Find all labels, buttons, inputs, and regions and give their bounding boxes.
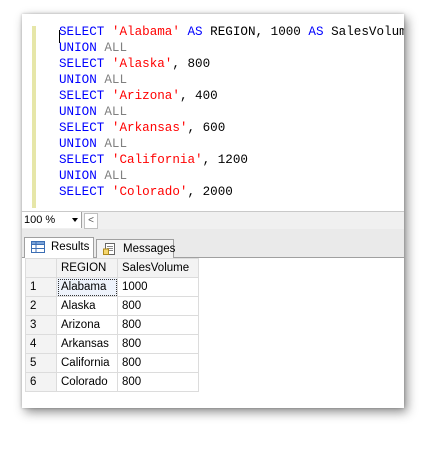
cell-region[interactable]: Arizona (56, 315, 118, 335)
code-token: 'Colorado' (111, 185, 188, 199)
code-token: ALL (104, 73, 128, 87)
corner-header[interactable] (25, 258, 57, 278)
text-caret (59, 30, 60, 43)
cell-salesvolume[interactable]: 800 (117, 296, 199, 316)
tab-messages[interactable]: Messages (96, 239, 176, 258)
cell-region[interactable]: California (56, 353, 118, 373)
cell-region[interactable]: Alabama (56, 277, 118, 297)
code-line[interactable]: SELECT 'California', 1200 (59, 152, 404, 168)
row-number[interactable]: 3 (25, 315, 57, 335)
code-token: SELECT (59, 89, 112, 103)
table-row[interactable]: 4 Arkansas 800 (25, 334, 199, 354)
row-number[interactable]: 4 (25, 334, 57, 354)
code-token: UNION (59, 137, 105, 151)
dropdown-arrow-icon[interactable] (72, 218, 78, 222)
table-row[interactable]: 6 Colorado 800 (25, 372, 199, 392)
grid-icon (31, 241, 45, 253)
scroll-left-button[interactable]: < (84, 213, 98, 229)
row-number[interactable]: 1 (25, 277, 57, 297)
code-token: 'Alaska' (111, 57, 173, 71)
code-token: SELECT (59, 185, 112, 199)
table-row[interactable]: 1 Alabama 1000 (25, 277, 199, 297)
code-token: 'Alabama' (111, 25, 180, 39)
code-token: SELECT (59, 153, 112, 167)
cell-salesvolume[interactable]: 800 (117, 334, 199, 354)
code-token: ALL (104, 41, 128, 55)
code-token: SalesVolume (331, 25, 404, 39)
tab-results-label: Results (51, 241, 90, 253)
code-token: 'Arkansas' (111, 121, 188, 135)
table-row[interactable]: 2 Alaska 800 (25, 296, 199, 316)
cell-region[interactable]: Alaska (56, 296, 118, 316)
ssms-query-window: SELECT 'Alabama' AS REGION, 1000 AS Sale… (22, 14, 404, 408)
sql-code[interactable]: SELECT 'Alabama' AS REGION, 1000 AS Sale… (59, 24, 404, 200)
code-token: , 400 (179, 89, 218, 103)
code-token: , 2000 (187, 185, 233, 199)
code-token: SELECT (59, 57, 112, 71)
code-token: ALL (104, 169, 128, 183)
code-token: AS (308, 25, 332, 39)
code-token: , 800 (172, 57, 211, 71)
zoom-select[interactable]: 100 % (22, 212, 82, 228)
code-token: UNION (59, 169, 105, 183)
tab-messages-label: Messages (123, 243, 176, 255)
code-token: AS (179, 25, 211, 39)
code-line[interactable]: SELECT 'Alaska', 800 (59, 56, 404, 72)
row-number[interactable]: 2 (25, 296, 57, 316)
column-header-salesvolume[interactable]: SalesVolume (117, 258, 199, 278)
table-row[interactable]: 5 California 800 (25, 353, 199, 373)
cell-region[interactable]: Colorado (56, 372, 118, 392)
code-line[interactable]: UNION ALL (59, 168, 404, 184)
code-token: UNION (59, 73, 105, 87)
query-editor[interactable]: SELECT 'Alabama' AS REGION, 1000 AS Sale… (22, 14, 404, 211)
row-number[interactable]: 5 (25, 353, 57, 373)
code-token: 'Arizona' (111, 89, 180, 103)
code-token: SELECT (59, 121, 112, 135)
code-token: UNION (59, 105, 105, 119)
code-line[interactable]: SELECT 'Arizona', 400 (59, 88, 404, 104)
code-line[interactable]: SELECT 'Arkansas', 600 (59, 120, 404, 136)
code-token: 'California' (111, 153, 203, 167)
change-tracking-bar (32, 26, 36, 208)
code-line[interactable]: UNION ALL (59, 72, 404, 88)
code-line[interactable]: SELECT 'Colorado', 2000 (59, 184, 404, 200)
cell-region[interactable]: Arkansas (56, 334, 118, 354)
cell-salesvolume[interactable]: 800 (117, 372, 199, 392)
code-line[interactable]: SELECT 'Alabama' AS REGION, 1000 AS Sale… (59, 24, 404, 40)
zoom-bar: 100 % < (22, 211, 404, 229)
code-line[interactable]: UNION ALL (59, 40, 404, 56)
code-line[interactable]: UNION ALL (59, 136, 404, 152)
code-token: , 1200 (202, 153, 248, 167)
code-token: ALL (104, 105, 128, 119)
tab-results[interactable]: Results (24, 237, 94, 258)
zoom-value: 100 % (24, 214, 56, 226)
code-token: REGION, 1000 (210, 25, 309, 39)
column-header-region[interactable]: REGION (56, 258, 118, 278)
code-line[interactable]: UNION ALL (59, 104, 404, 120)
cell-salesvolume[interactable]: 800 (117, 353, 199, 373)
results-tabstrip: Results Messages (22, 229, 404, 258)
code-token: SELECT (59, 25, 112, 39)
document-icon (103, 243, 115, 255)
results-grid[interactable]: REGION SalesVolume 1 Alabama 1000 2 Alaska 80… (22, 258, 404, 408)
code-token: UNION (59, 41, 105, 55)
results-table: REGION SalesVolume 1 Alabama 1000 2 Alaska 80… (25, 258, 199, 392)
table-row[interactable]: 3 Arizona 800 (25, 315, 199, 335)
code-token: , 600 (187, 121, 226, 135)
row-number[interactable]: 6 (25, 372, 57, 392)
code-token: ALL (104, 137, 128, 151)
cell-salesvolume[interactable]: 1000 (117, 277, 199, 297)
cell-salesvolume[interactable]: 800 (117, 315, 199, 335)
